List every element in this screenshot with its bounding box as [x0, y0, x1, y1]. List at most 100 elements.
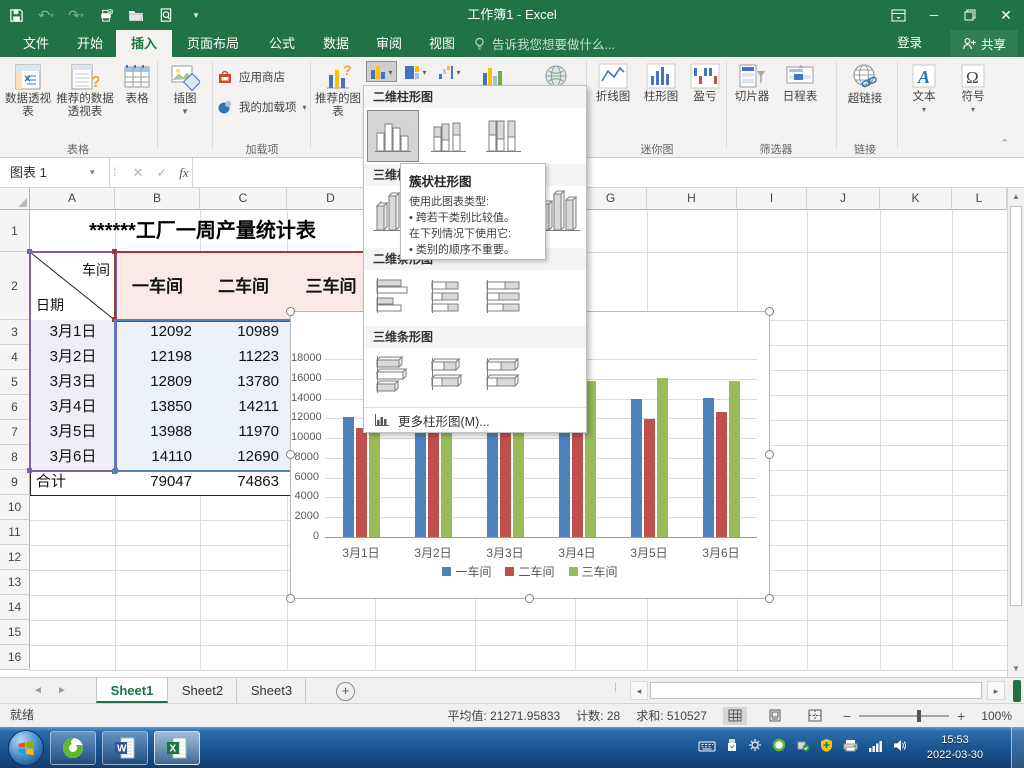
menu-item-3d-stacked-bar[interactable]	[422, 348, 474, 400]
recommended-charts-button[interactable]: ? 推荐的图表	[313, 60, 363, 142]
chart-resize-handle[interactable]	[765, 450, 774, 459]
chart-bar-一车间[interactable]	[631, 399, 642, 537]
column-header-K[interactable]: K	[880, 188, 952, 210]
settings-gear-icon[interactable]	[748, 738, 762, 757]
select-all-corner[interactable]	[0, 188, 30, 210]
cell-date[interactable]: 3月5日	[30, 420, 116, 446]
formula-bar-grip[interactable]: ⁞	[113, 165, 117, 179]
column-header-B[interactable]: B	[115, 188, 200, 210]
menu-item-stacked-column[interactable]	[422, 110, 474, 162]
cell-value[interactable]: 12092	[115, 320, 201, 346]
column-header-C[interactable]: C	[200, 188, 287, 210]
tell-me-box[interactable]: 告诉我您想要做什么...	[473, 30, 615, 57]
network-signal-icon[interactable]	[868, 739, 883, 757]
scroll-up-icon[interactable]: ▲	[1008, 192, 1024, 201]
enter-formula-icon[interactable]: ✓	[150, 158, 174, 187]
menu-item-stacked-bar[interactable]	[422, 270, 474, 322]
cancel-formula-icon[interactable]: ✕	[126, 158, 150, 187]
column-header-D[interactable]: D	[287, 188, 375, 210]
taskbar-word-button[interactable]: W	[102, 731, 148, 765]
row-header-5[interactable]: 5	[0, 370, 30, 395]
tab-review[interactable]: 审阅	[361, 30, 417, 57]
pivot-table-button[interactable]: 数据透视表	[4, 60, 52, 142]
tray-browser-icon[interactable]	[772, 738, 786, 757]
zoom-in-button[interactable]: +	[957, 708, 965, 724]
chart-bar-二车间[interactable]	[716, 412, 727, 538]
chart-bar-三车间[interactable]	[729, 381, 740, 537]
minimize-button[interactable]: ─	[916, 0, 952, 30]
show-desktop-button[interactable]	[1011, 727, 1024, 768]
taskbar-excel-button[interactable]: X	[154, 731, 200, 765]
collapse-ribbon-icon[interactable]: ⌃	[1000, 137, 1009, 150]
cell-date[interactable]: 3月6日	[30, 445, 116, 471]
horizontal-scrollbar[interactable]	[648, 681, 987, 700]
menu-item-100-stacked-bar[interactable]	[477, 270, 529, 322]
vertical-scrollbar[interactable]: ▲ ▼	[1007, 188, 1024, 677]
row-header-6[interactable]: 6	[0, 395, 30, 420]
row-header-13[interactable]: 13	[0, 570, 30, 595]
chart-bar-一车间[interactable]	[703, 398, 714, 538]
text-button[interactable]: A 文本 ▾	[903, 60, 945, 142]
usb-safely-remove-icon[interactable]	[796, 738, 810, 757]
antivirus-shield-icon[interactable]	[820, 738, 833, 757]
sparkline-line-button[interactable]: 折线图	[590, 60, 636, 142]
zoom-slider[interactable]	[859, 715, 949, 717]
legend-item-一车间[interactable]: 一车间	[442, 563, 491, 580]
tab-page-layout[interactable]: 页面布局	[172, 30, 254, 57]
timeline-button[interactable]: 日程表	[777, 60, 823, 142]
cell-value[interactable]: 13988	[115, 420, 201, 446]
ribbon-display-options-icon[interactable]	[880, 0, 916, 30]
chart-resize-handle[interactable]	[525, 594, 534, 603]
cell-date[interactable]: 3月1日	[30, 320, 116, 346]
sheet-tab-sheet1[interactable]: Sheet1	[96, 678, 168, 703]
tab-split-grip[interactable]: ⁞	[614, 682, 618, 694]
row-header-15[interactable]: 15	[0, 620, 30, 645]
insert-column-chart-button[interactable]: ▾	[366, 61, 397, 82]
cell-value[interactable]: 11223	[200, 345, 288, 371]
cell-value[interactable]: 11970	[200, 420, 288, 446]
tab-data[interactable]: 数据	[308, 30, 364, 57]
insert-waterfall-chart-button[interactable]: ▾	[434, 61, 465, 82]
new-sheet-button[interactable]: +	[336, 682, 355, 701]
cell-date[interactable]: 3月4日	[30, 395, 116, 421]
chart-bar-二车间[interactable]	[644, 419, 655, 537]
cell-total-label[interactable]: 合计	[30, 470, 116, 496]
row-header-16[interactable]: 16	[0, 645, 30, 670]
store-button[interactable]: 应用商店	[217, 65, 285, 89]
page-layout-view-button[interactable]	[763, 707, 787, 725]
sheet-tab-sheet3[interactable]: Sheet3	[238, 678, 306, 703]
menu-item-3d-clustered-bar[interactable]	[367, 348, 419, 400]
row-header-4[interactable]: 4	[0, 345, 30, 370]
chart-bar-二车间[interactable]	[356, 428, 367, 537]
taskbar-browser-button[interactable]	[50, 731, 96, 765]
cell-value[interactable]: 14211	[200, 395, 288, 421]
slicer-button[interactable]: 切片器	[729, 60, 775, 142]
sheet-nav-left-icon[interactable]: ◄	[28, 678, 48, 703]
menu-item-clustered-column[interactable]	[367, 110, 419, 162]
chart-bar-三车间[interactable]	[657, 378, 668, 537]
chart-resize-handle[interactable]	[765, 307, 774, 316]
chart-bar-一车间[interactable]	[343, 417, 354, 537]
table-corner-cell[interactable]: 车间 日期	[30, 252, 116, 321]
normal-view-button[interactable]	[723, 707, 747, 725]
chart-bar-三车间[interactable]	[513, 421, 524, 537]
tab-file[interactable]: 文件	[8, 30, 64, 57]
column-header-J[interactable]: J	[807, 188, 880, 210]
zoom-slider-handle[interactable]	[917, 710, 921, 722]
cell-total[interactable]: 74863	[200, 470, 288, 496]
column-header-H[interactable]: H	[647, 188, 737, 210]
row-header-8[interactable]: 8	[0, 445, 30, 470]
column-header-A[interactable]: A	[30, 188, 115, 210]
vertical-scrollbar-thumb[interactable]	[1010, 206, 1022, 606]
scroll-down-icon[interactable]: ▼	[1008, 664, 1024, 673]
row-header-1[interactable]: 1	[0, 210, 30, 252]
share-button[interactable]: 共享	[950, 30, 1018, 57]
symbols-button[interactable]: Ω 符号 ▾	[952, 60, 994, 142]
my-addins-button[interactable]: 我的加载项 ▾	[217, 95, 307, 119]
sparkline-column-button[interactable]: 柱形图	[638, 60, 684, 142]
tab-insert[interactable]: 插入	[116, 30, 172, 57]
cell-value[interactable]: 14110	[115, 445, 201, 471]
more-column-charts-item[interactable]: 更多柱形图(M)...	[364, 407, 586, 432]
row-header-12[interactable]: 12	[0, 545, 30, 570]
row-header-3[interactable]: 3	[0, 320, 30, 345]
